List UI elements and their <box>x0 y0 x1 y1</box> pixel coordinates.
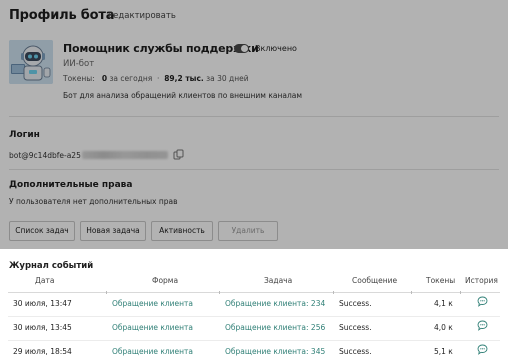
table-row: 29 июля, 18:54 Обращение клиента Обращен… <box>0 341 508 357</box>
delete-button[interactable]: Удалить <box>218 221 278 241</box>
row-date: 30 июля, 13:45 <box>13 323 72 332</box>
tokens-30-label: за 30 дней <box>206 74 249 83</box>
bot-description: Бот для анализа обращений клиентов по вн… <box>63 91 303 100</box>
tokens-today-label: за сегодня <box>109 74 153 83</box>
divider <box>9 116 499 117</box>
column-header-message: Сообщение <box>352 276 398 285</box>
column-header-history: История <box>465 276 498 285</box>
column-header-form: Форма <box>152 276 179 285</box>
row-form-link[interactable]: Обращение клиента <box>112 299 193 308</box>
row-task-link[interactable]: Обращение клиента: 256 <box>225 323 325 332</box>
edit-button[interactable]: Редактировать <box>108 11 176 21</box>
row-date: 29 июля, 18:54 <box>13 347 72 356</box>
tasks-list-button[interactable]: Список задач <box>9 221 75 241</box>
bot-name: Помощник службы поддержки <box>63 42 259 55</box>
login-redacted <box>81 151 168 159</box>
tokens-summary: Токены: 0 за сегодня · 89,2 тыс. за 30 д… <box>63 74 249 83</box>
row-message: Success. <box>339 347 372 356</box>
tokens-today-value: 0 <box>101 74 108 83</box>
login-title: Логин <box>9 130 40 140</box>
column-header-task: Задача <box>264 276 293 285</box>
activity-button[interactable]: Активность <box>151 221 213 241</box>
row-tokens: 4,1 к <box>434 299 453 308</box>
bot-profile-page: Профиль бота Редактировать Помощник служ… <box>0 0 508 357</box>
robot-icon <box>9 40 53 84</box>
page-title: Профиль бота <box>9 8 115 23</box>
dim-overlay <box>0 0 508 249</box>
table-row: 30 июля, 13:47 Обращение клиента Обращен… <box>0 293 508 317</box>
row-message: Success. <box>339 323 372 332</box>
row-tokens: 4,0 к <box>434 323 453 332</box>
new-task-button[interactable]: Новая задача <box>80 221 146 241</box>
chat-icon[interactable] <box>477 344 488 355</box>
column-header-tokens: Токены <box>426 276 456 285</box>
column-header-date: Дата <box>35 276 55 285</box>
row-message: Success. <box>339 299 372 308</box>
toggle-label: Включено <box>255 44 297 53</box>
tokens-label: Токены: <box>63 74 95 83</box>
divider <box>9 169 499 170</box>
rights-title: Дополнительные права <box>9 180 133 190</box>
bot-avatar <box>9 40 53 84</box>
row-form-link[interactable]: Обращение клиента <box>112 323 193 332</box>
row-task-link[interactable]: Обращение клиента: 234 <box>225 299 325 308</box>
copy-icon[interactable] <box>173 149 184 160</box>
chat-icon[interactable] <box>477 296 488 307</box>
row-task-link[interactable]: Обращение клиента: 345 <box>225 347 325 356</box>
chat-icon[interactable] <box>477 320 488 331</box>
login-value: bot@9c14dbfe-a25 <box>9 151 168 160</box>
row-date: 30 июля, 13:47 <box>13 299 72 308</box>
rights-text: У пользователя нет дополнительных прав <box>9 197 178 206</box>
login-prefix: bot@9c14dbfe-a25 <box>9 151 81 160</box>
tokens-30-value: 89,2 тыс. <box>164 74 204 83</box>
enabled-toggle[interactable] <box>234 44 249 53</box>
table-row: 30 июля, 13:45 Обращение клиента Обращен… <box>0 317 508 341</box>
bot-type: ИИ-бот <box>63 59 95 69</box>
row-tokens: 5,1 к <box>434 347 453 356</box>
journal-title: Журнал событий <box>9 261 94 271</box>
row-form-link[interactable]: Обращение клиента <box>112 347 193 356</box>
